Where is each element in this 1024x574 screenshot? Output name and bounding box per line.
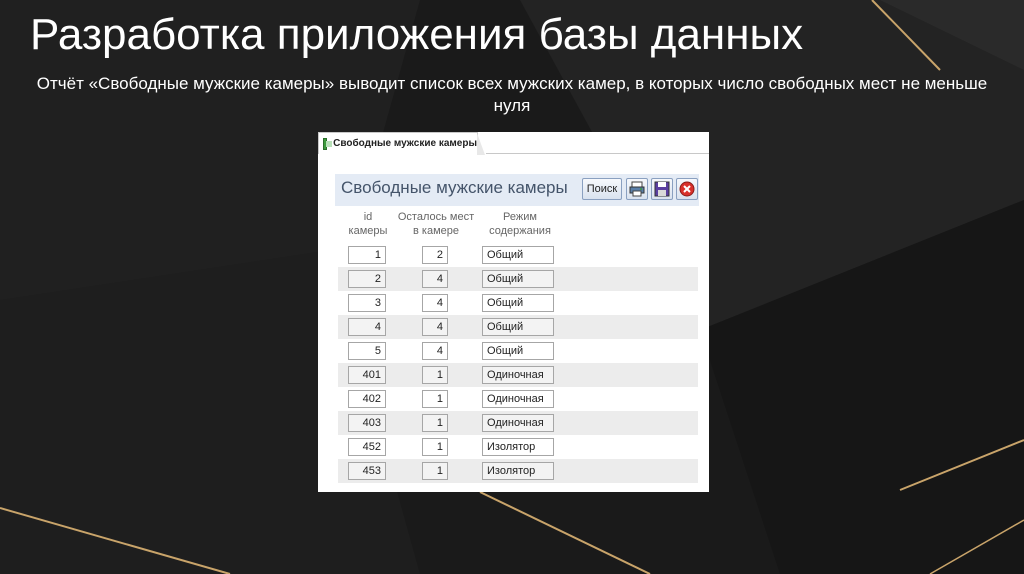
table-row[interactable]: 3 4 Общий <box>338 291 698 315</box>
cell-free-places[interactable]: 1 <box>422 366 448 384</box>
slide-title: Разработка приложения базы данных <box>30 10 804 59</box>
slide-subtitle: Отчёт «Свободные мужские камеры» выводит… <box>36 74 988 115</box>
column-header-free-places: Осталось мест в камере <box>394 210 478 238</box>
cell-mode[interactable]: Изолятор <box>482 462 554 480</box>
cell-id[interactable]: 402 <box>348 390 386 408</box>
table-row[interactable]: 403 1 Одиночная <box>338 411 698 435</box>
cell-mode[interactable]: Изолятор <box>482 438 554 456</box>
column-header-line: содержания <box>489 225 551 237</box>
cell-free-places[interactable]: 4 <box>422 294 448 312</box>
cell-id[interactable]: 4 <box>348 318 386 336</box>
tab-label: Свободные мужские камеры <box>333 138 477 149</box>
cell-id[interactable]: 1 <box>348 246 386 264</box>
column-header-mode: Режим содержания <box>478 210 562 238</box>
save-icon <box>654 181 670 197</box>
column-header-line: Осталось мест <box>397 211 475 223</box>
column-header-line: в камере <box>413 225 459 237</box>
cell-id[interactable]: 401 <box>348 366 386 384</box>
report-title: Свободные мужские камеры <box>341 178 568 197</box>
cell-id[interactable]: 403 <box>348 414 386 432</box>
cell-mode[interactable]: Общий <box>482 318 554 336</box>
table-row[interactable]: 5 4 Общий <box>338 339 698 363</box>
cell-free-places[interactable]: 4 <box>422 318 448 336</box>
column-header-line: id <box>363 211 373 223</box>
cell-id[interactable]: 2 <box>348 270 386 288</box>
cell-mode[interactable]: Общий <box>482 294 554 312</box>
report-window: Свободные мужские камеры Свободные мужск… <box>318 132 709 492</box>
search-button[interactable]: Поиск <box>582 178 622 200</box>
close-icon <box>679 181 695 197</box>
table-row[interactable]: 4 4 Общий <box>338 315 698 339</box>
cell-id[interactable]: 5 <box>348 342 386 360</box>
column-header-line: камеры <box>348 225 388 237</box>
cell-free-places[interactable]: 2 <box>422 246 448 264</box>
tab-report[interactable]: Свободные мужские камеры <box>318 132 485 155</box>
cell-mode[interactable]: Общий <box>482 342 554 360</box>
tab-divider <box>486 153 709 154</box>
table-row[interactable]: 2 4 Общий <box>338 267 698 291</box>
report-icon <box>323 137 333 150</box>
table-row[interactable]: 401 1 Одиночная <box>338 363 698 387</box>
cell-free-places[interactable]: 1 <box>422 438 448 456</box>
close-button[interactable] <box>676 178 698 200</box>
cell-id[interactable]: 452 <box>348 438 386 456</box>
table-row[interactable]: 452 1 Изолятор <box>338 435 698 459</box>
cell-id[interactable]: 453 <box>348 462 386 480</box>
cell-mode[interactable]: Одиночная <box>482 366 554 384</box>
cell-mode[interactable]: Общий <box>482 270 554 288</box>
tab-strip: Свободные мужские камеры <box>318 132 709 155</box>
column-header-line: Режим <box>503 211 537 223</box>
cell-free-places[interactable]: 1 <box>422 390 448 408</box>
cell-free-places[interactable]: 1 <box>422 414 448 432</box>
report-header: Свободные мужские камеры Поиск <box>335 174 699 206</box>
cell-mode[interactable]: Одиночная <box>482 414 554 432</box>
table-row[interactable]: 1 2 Общий <box>338 243 698 267</box>
save-button[interactable] <box>651 178 673 200</box>
column-header-id: id камеры <box>344 210 392 238</box>
cell-mode[interactable]: Общий <box>482 246 554 264</box>
cell-free-places[interactable]: 4 <box>422 270 448 288</box>
cell-free-places[interactable]: 4 <box>422 342 448 360</box>
table-row[interactable]: 453 1 Изолятор <box>338 459 698 483</box>
cell-free-places[interactable]: 1 <box>422 462 448 480</box>
print-icon <box>629 181 645 197</box>
cell-id[interactable]: 3 <box>348 294 386 312</box>
print-button[interactable] <box>626 178 648 200</box>
cell-mode[interactable]: Одиночная <box>482 390 554 408</box>
table-row[interactable]: 402 1 Одиночная <box>338 387 698 411</box>
